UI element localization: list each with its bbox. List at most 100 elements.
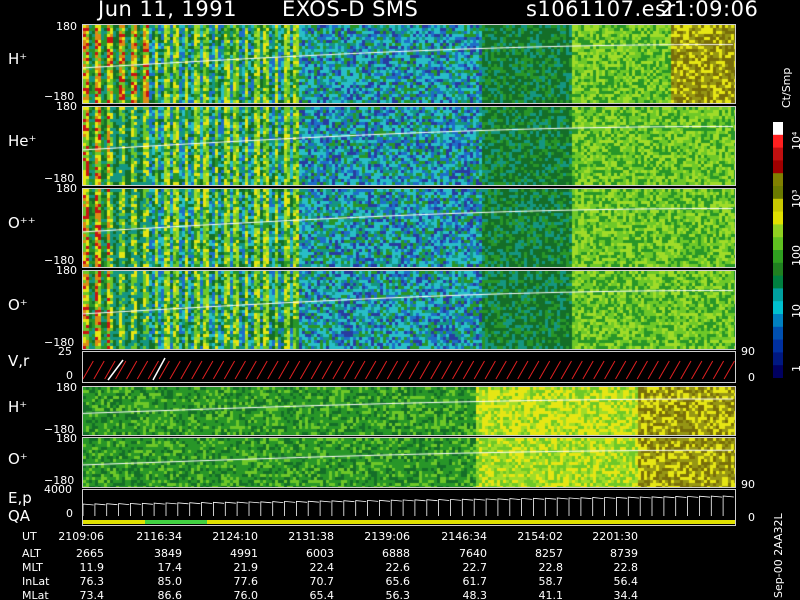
colorbar-tick-1e3: 10³ xyxy=(790,189,800,208)
colorbar-swatch xyxy=(773,134,783,149)
table-cell: 2116:34 xyxy=(136,530,182,543)
plot-date: Jun 11, 1991 xyxy=(98,0,238,21)
colorbar-swatch xyxy=(773,224,783,238)
plot-time: 21:09:06 xyxy=(660,0,759,21)
table-cell: 61.7 xyxy=(462,575,488,588)
table-cell: 56.3 xyxy=(385,589,411,600)
label-ep: E,p xyxy=(8,489,32,507)
table-row-label: UT xyxy=(22,530,37,543)
plot-instrument: EXOS-D SMS xyxy=(282,0,419,21)
table-cell: 2124:10 xyxy=(212,530,258,543)
tick-o-pp-top: 180 xyxy=(56,182,77,195)
table-cell: 17.4 xyxy=(157,561,183,574)
colorbar-swatch xyxy=(773,262,783,277)
label-h-plus-2: H⁺ xyxy=(8,398,28,416)
colorbar-swatch xyxy=(773,339,783,353)
tick-o-plus-top: 180 xyxy=(56,264,77,277)
heatmap-he-plus xyxy=(83,107,735,185)
colorbar-swatch xyxy=(773,147,783,161)
colorbar-unit: Ct/Smp xyxy=(780,67,793,108)
table-cell: 8257 xyxy=(535,547,563,560)
panel-h-plus-2 xyxy=(82,386,736,436)
heatmap-o-pp xyxy=(83,189,735,267)
qa-bar-green xyxy=(145,520,207,524)
colorbar-swatch xyxy=(773,186,783,200)
table-cell: 77.6 xyxy=(233,575,259,588)
table-cell: 2201:30 xyxy=(592,530,638,543)
table-row-label: MLat xyxy=(22,589,49,600)
colorbar-swatch xyxy=(773,237,783,251)
table-cell: 2146:34 xyxy=(441,530,487,543)
panel-o-plus xyxy=(82,270,736,350)
colorbar-swatch xyxy=(773,288,783,302)
table-row-label: InLat xyxy=(22,575,50,588)
panel-ep xyxy=(82,489,736,526)
table-cell: 22.7 xyxy=(462,561,488,574)
exos-d-sms-plot: { "header": { "date": "Jun 11, 1991", "i… xyxy=(0,0,800,600)
table-cell: 2154:02 xyxy=(517,530,563,543)
table-row-label: ALT xyxy=(22,547,41,560)
table-cell: 58.7 xyxy=(538,575,564,588)
table-cell: 3849 xyxy=(154,547,182,560)
colorbar-tick-1: 1 xyxy=(790,365,800,372)
panel-h-plus xyxy=(82,24,736,104)
table-cell: 6888 xyxy=(382,547,410,560)
colorbar-swatch xyxy=(773,314,783,328)
label-o-plus-2: O⁺ xyxy=(8,450,28,468)
tick-o-plus-2-top: 180 xyxy=(56,432,77,445)
table-cell: 22.8 xyxy=(538,561,564,574)
table-cell: 56.4 xyxy=(613,575,639,588)
panel-o-plus-2 xyxy=(82,437,736,488)
table-cell: 85.0 xyxy=(157,575,183,588)
table-cell: 48.3 xyxy=(462,589,488,600)
table-cell: 7640 xyxy=(459,547,487,560)
colorbar-swatch xyxy=(773,198,783,213)
heatmap-o-plus-2 xyxy=(83,438,735,487)
table-cell: 6003 xyxy=(306,547,334,560)
table-cell: 2139:06 xyxy=(364,530,410,543)
table-cell: 34.4 xyxy=(613,589,639,600)
footer-tag: Sep-00 2AA32L xyxy=(772,513,785,598)
colorbar-swatch xyxy=(773,301,783,315)
label-he-plus: He⁺ xyxy=(8,132,37,150)
table-cell: 65.4 xyxy=(309,589,335,600)
table-cell: 41.1 xyxy=(538,589,564,600)
colorbar-swatch xyxy=(773,275,783,289)
colorbar-swatch xyxy=(773,365,783,378)
table-cell: 8739 xyxy=(610,547,638,560)
vr-series-red xyxy=(83,360,735,380)
tick-he-plus-top: 180 xyxy=(56,100,77,113)
colorbar-swatch xyxy=(773,122,783,136)
panel-he-plus xyxy=(82,106,736,186)
table-cell: 70.7 xyxy=(309,575,335,588)
colorbar-swatch xyxy=(773,211,783,225)
colorbar-swatch xyxy=(773,160,783,174)
label-o-pp: O⁺⁺ xyxy=(8,214,36,232)
table-cell: 4991 xyxy=(230,547,258,560)
table-cell: 11.9 xyxy=(79,561,105,574)
tick-ep-zero: 0 xyxy=(66,507,73,520)
table-cell: 76.3 xyxy=(79,575,105,588)
tick-vr-right-zero: 0 xyxy=(748,371,755,384)
tick-vr-top: 25 xyxy=(58,345,72,358)
heatmap-h-plus-2 xyxy=(83,387,735,435)
table-cell: 22.4 xyxy=(309,561,335,574)
panel-o-pp xyxy=(82,188,736,268)
ep-trace xyxy=(83,495,735,524)
colorbar-swatch xyxy=(773,326,783,341)
vr-trace xyxy=(83,357,735,381)
tick-ep-top: 4000 xyxy=(44,483,72,496)
colorbar-swatch xyxy=(773,250,783,264)
table-cell: 21.9 xyxy=(233,561,259,574)
heatmap-o-plus xyxy=(83,271,735,349)
plot-file: s1061107.esr xyxy=(526,0,676,21)
label-vr: V,r xyxy=(8,352,30,370)
label-h-plus: H⁺ xyxy=(8,50,28,68)
label-qa: QA xyxy=(8,507,31,525)
table-cell: 22.8 xyxy=(613,561,639,574)
colorbar-tick-100: 100 xyxy=(790,245,800,266)
panel-vr xyxy=(82,351,736,383)
colorbar-tick-10: 10 xyxy=(790,304,800,318)
tick-vr-right-top: 90 xyxy=(741,345,755,358)
table-cell: 86.6 xyxy=(157,589,183,600)
